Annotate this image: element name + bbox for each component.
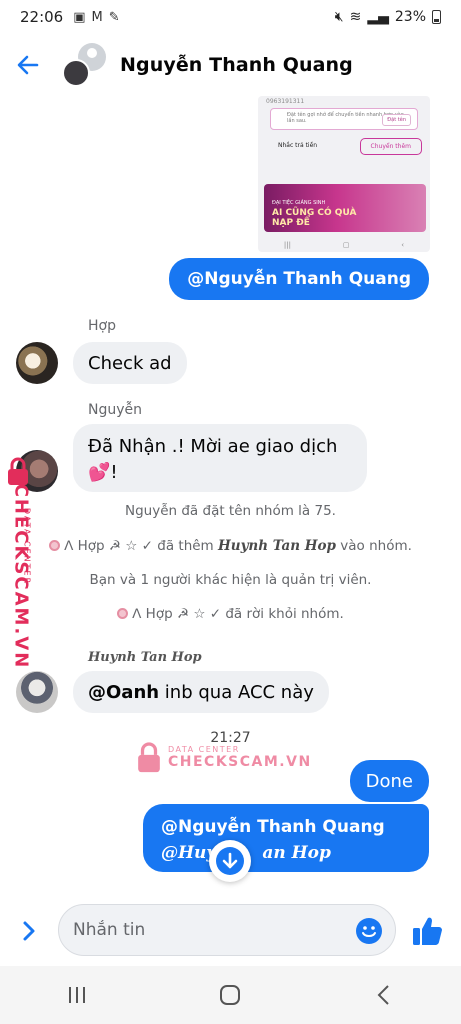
tools-icon: ✎ <box>108 9 120 25</box>
nav-back-button[interactable] <box>364 975 404 1015</box>
expand-icon[interactable] <box>18 918 40 944</box>
chat-title[interactable]: Nguyễn Thanh Quang <box>120 54 353 76</box>
battery-percent: 23% <box>394 9 426 25</box>
message-input[interactable]: Nhắn tin <box>58 904 396 956</box>
shot-remind-button: Nhắc trả tiền <box>278 142 318 149</box>
lock-icon <box>138 742 160 773</box>
message-bubble-outgoing[interactable]: @Nguyễn Thanh Quang @Huy an Hop <box>143 804 429 872</box>
message-bubble-outgoing[interactable]: Done <box>349 760 429 802</box>
scroll-down-icon <box>216 847 244 875</box>
gallery-icon: ▣ <box>73 9 86 25</box>
shot-transfer-button: Chuyển thêm <box>359 138 422 155</box>
system-message: ᐱ Hợp ☭ ☆ ✓ đã rời khỏi nhóm. <box>0 606 461 622</box>
mail-icon: M <box>91 9 103 25</box>
shot-banner-line1: AI CŨNG CÓ QUÀ <box>272 208 357 218</box>
notification-icons: ▣ M ✎ <box>73 10 119 25</box>
shot-banner-line2: NẠP ĐỂ <box>272 218 310 228</box>
wifi-icon: ≋ <box>349 9 362 25</box>
sender-name: Huynh Tan Hop <box>88 650 202 665</box>
system-nav-bar <box>0 966 461 1024</box>
shot-banner: ĐẠI TIỆC GIÁNG SINH AI CŨNG CÓ QUÀ NẠP Đ… <box>264 184 426 232</box>
system-text: vào nhóm. <box>340 538 412 554</box>
shot-card: Đặt tên gợi nhớ để chuyển tiền nhanh hơn… <box>270 108 418 130</box>
message-bubble-incoming[interactable]: @Oanh inb qua ACC này <box>73 671 329 713</box>
flower-icon <box>117 608 129 619</box>
signal-icon: ▂▄ <box>367 9 389 25</box>
message-bubble-outgoing[interactable]: @Nguyễn Thanh Quang <box>169 258 429 300</box>
mute-icon: 🔇︎ <box>334 9 344 25</box>
system-message: Bạn và 1 người khác hiện là quản trị viê… <box>89 572 372 588</box>
message-bubble-incoming[interactable]: Check ad <box>73 342 187 384</box>
shot-buttons: Nhắc trả tiền Chuyển thêm <box>268 138 422 155</box>
avatar[interactable] <box>16 342 58 384</box>
system-text: ᐱ Hợp ☭ ☆ ✓ đã thêm <box>64 538 214 554</box>
chat-header: Nguyễn Thanh Quang <box>0 36 461 94</box>
composer: Nhắn tin <box>0 904 461 958</box>
status-right: 🔇︎ ≋ ▂▄ 23% <box>335 9 441 25</box>
status-bar: 22:06 ▣ M ✎ 🔇︎ ≋ ▂▄ 23% <box>0 0 461 34</box>
back-arrow-icon <box>17 55 39 75</box>
home-icon <box>220 985 241 1005</box>
emoji-icon[interactable] <box>355 917 383 945</box>
home-button[interactable] <box>210 975 250 1015</box>
message-input-placeholder: Nhắn tin <box>73 920 146 940</box>
avatar-photo <box>62 59 90 87</box>
back-button[interactable] <box>14 51 42 79</box>
shot-phone-number: 0963191311 <box>266 98 305 105</box>
system-text: ᐱ Hợp ☭ ☆ ✓ đã rời khỏi nhóm. <box>132 606 344 622</box>
watermark-sub: DATA CENTER <box>168 744 240 754</box>
system-user-name: Huynh Tan Hop <box>218 538 336 554</box>
shot-card-button: Đặt tên <box>382 114 411 126</box>
shot-banner-small: ĐẠI TIỆC GIÁNG SINH <box>272 200 326 206</box>
watermark-text: DATA CENTER CHECKSCAM.VN <box>168 745 312 770</box>
sender-name: Nguyễn <box>88 402 143 418</box>
recents-icon <box>68 987 85 1003</box>
message-text-emoji: 💕! <box>88 462 118 483</box>
flower-icon <box>49 540 61 551</box>
recents-button[interactable] <box>57 975 97 1015</box>
sender-name: Hợp <box>88 318 116 334</box>
shared-screenshot-image[interactable]: 0963191311 Đặt tên gợi nhớ để chuyển tiề… <box>258 96 430 252</box>
shot-back-icon: ‹ <box>401 241 405 249</box>
mention-part: an Hop <box>262 843 331 863</box>
mention[interactable]: @Nguyễn Thanh Quang <box>161 817 385 837</box>
system-message: ᐱ Hợp ☭ ☆ ✓ đã thêm Huynh Tan Hop vào nh… <box>0 538 461 554</box>
like-icon[interactable] <box>410 914 444 948</box>
group-avatar[interactable] <box>62 43 106 87</box>
watermark-side: DATA CENTER CHECKSCAM.VN <box>4 456 46 669</box>
scroll-down-button[interactable] <box>209 840 251 882</box>
message-text: inb qua ACC này <box>159 681 314 703</box>
status-time: 22:06 <box>20 8 64 26</box>
mention[interactable]: @Oanh <box>88 682 159 703</box>
shot-home-icon: ▢ <box>342 241 350 249</box>
battery-icon <box>432 10 441 24</box>
watermark-main: CHECKSCAM.VN <box>168 753 312 770</box>
shot-recents-icon: ||| <box>283 241 291 249</box>
watermark-center: DATA CENTER CHECKSCAM.VN <box>136 740 312 774</box>
shot-nav: ||| ▢ ‹ <box>258 241 430 249</box>
message-bubble-incoming[interactable]: Đã Nhận .! Mời ae giao dịch 💕! <box>73 424 367 492</box>
message-text: Đã Nhận .! Mời ae giao dịch <box>88 436 338 457</box>
nav-back-icon <box>377 985 389 1005</box>
system-message: Nguyễn đã đặt tên nhóm là 75. <box>125 503 336 519</box>
avatar[interactable] <box>16 671 58 713</box>
